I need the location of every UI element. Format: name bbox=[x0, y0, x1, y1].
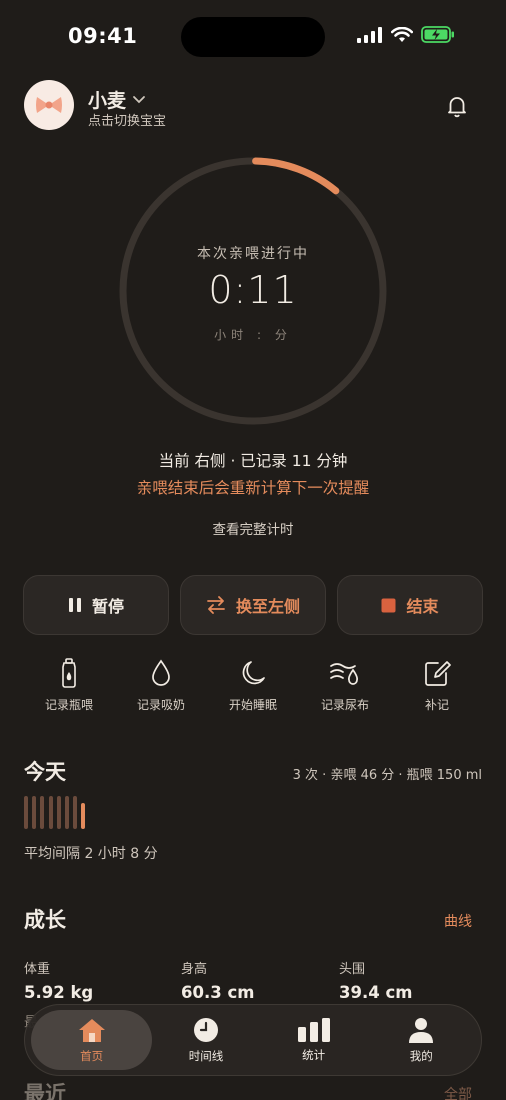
tab-bar: 首页 时间线 统计 我的 bbox=[24, 1004, 482, 1076]
moon-icon bbox=[242, 661, 265, 685]
recent-all-link[interactable]: 全部 bbox=[444, 1084, 472, 1100]
feeding-bar bbox=[24, 796, 28, 829]
battery-charging-icon bbox=[421, 26, 454, 43]
end-button[interactable]: 结束 bbox=[337, 575, 483, 635]
feeding-bar bbox=[64, 796, 69, 829]
clock-icon bbox=[194, 1017, 219, 1042]
swap-arrows-icon bbox=[207, 596, 225, 614]
person-icon bbox=[409, 1017, 434, 1043]
feeding-bar bbox=[48, 796, 53, 829]
pause-icon bbox=[68, 598, 81, 612]
growth-value: 5.92 kg bbox=[24, 983, 94, 1002]
growth-head: 头围 39.4 cm bbox=[339, 958, 412, 1002]
cellular-signal-icon bbox=[357, 26, 382, 43]
diaper-icon bbox=[330, 663, 359, 685]
progress-arc bbox=[252, 157, 340, 195]
quick-action-sleep[interactable]: 开始睡眠 bbox=[207, 658, 299, 713]
bow-icon bbox=[36, 97, 62, 113]
today-summary: 3 次 · 亲喂 46 分 · 瓶喂 150 ml bbox=[292, 768, 482, 783]
quick-action-backfill[interactable]: 补记 bbox=[391, 658, 483, 713]
notification-bell-icon[interactable] bbox=[444, 93, 470, 119]
today-section-title: 今天 bbox=[24, 760, 66, 784]
pause-button[interactable]: 暂停 bbox=[23, 575, 169, 635]
pause-label: 暂停 bbox=[91, 597, 124, 616]
feeding-bar bbox=[40, 796, 45, 829]
end-label: 结束 bbox=[406, 597, 439, 616]
edit-icon bbox=[425, 661, 451, 686]
current-side-status: 当前 右侧 · 已记录 11 分钟 bbox=[158, 452, 348, 470]
home-icon bbox=[78, 1018, 105, 1042]
tab-label: 我的 bbox=[409, 1048, 433, 1063]
recent-section-title: 最近 bbox=[24, 1082, 66, 1100]
average-interval: 平均间隔 2 小时 8 分 bbox=[24, 846, 158, 862]
switch-side-button[interactable]: 换至左侧 bbox=[180, 575, 326, 635]
switch-baby-hint[interactable]: 点击切换宝宝 bbox=[88, 110, 166, 129]
timer-title: 本次亲喂进行中 bbox=[197, 246, 309, 262]
switch-side-label: 换至左侧 bbox=[235, 597, 300, 616]
drop-icon bbox=[152, 659, 170, 686]
feeding-bar bbox=[32, 796, 37, 829]
growth-weight: 体重 5.92 kg bbox=[24, 958, 93, 1002]
tab-home[interactable]: 首页 bbox=[31, 1010, 153, 1070]
growth-value: 60.3 cm bbox=[181, 983, 255, 1002]
time-unit-label: 小时 : 分 bbox=[214, 328, 292, 342]
growth-label: 体重 bbox=[24, 962, 51, 977]
bar-chart-icon bbox=[297, 1017, 330, 1042]
quick-action-diaper[interactable]: 记录尿布 bbox=[299, 658, 391, 713]
tab-timeline[interactable]: 时间线 bbox=[152, 1010, 260, 1070]
growth-height: 身高 60.3 cm bbox=[181, 958, 254, 1002]
chevron-down-icon bbox=[133, 95, 145, 103]
quick-action-bottle[interactable]: 记录瓶喂 bbox=[23, 658, 115, 713]
reminder-note: 亲喂结束后会重新计算下一次提醒 bbox=[136, 479, 370, 497]
tab-label: 首页 bbox=[80, 1048, 104, 1063]
elapsed-time: 0:11 bbox=[208, 268, 298, 312]
feeding-bar-current bbox=[81, 803, 86, 829]
quick-action-pump[interactable]: 记录吸奶 bbox=[115, 658, 207, 713]
baby-name: 小麦 bbox=[88, 90, 127, 112]
growth-curve-link[interactable]: 曲线 bbox=[444, 911, 472, 931]
feeding-bar bbox=[56, 796, 61, 829]
feeding-bar bbox=[73, 796, 78, 829]
status-icons bbox=[357, 26, 455, 43]
tab-statistics[interactable]: 统计 bbox=[260, 1010, 368, 1070]
baby-switcher[interactable]: 小麦 bbox=[88, 86, 146, 113]
quick-action-label: 记录瓶喂 bbox=[44, 698, 93, 712]
quick-action-label: 开始睡眠 bbox=[228, 698, 277, 712]
tab-label: 时间线 bbox=[188, 1048, 224, 1063]
growth-label: 身高 bbox=[181, 962, 208, 977]
growth-section-title: 成长 bbox=[24, 908, 66, 932]
quick-action-label: 记录尿布 bbox=[320, 698, 369, 712]
view-full-timer-link[interactable]: 查看完整计时 bbox=[0, 518, 506, 538]
quick-action-label: 补记 bbox=[424, 698, 449, 712]
stop-icon bbox=[381, 598, 396, 612]
tab-label: 统计 bbox=[302, 1047, 326, 1062]
wifi-icon bbox=[391, 26, 413, 42]
baby-avatar[interactable] bbox=[24, 80, 74, 130]
dynamic-island bbox=[181, 17, 325, 57]
tab-profile[interactable]: 我的 bbox=[367, 1010, 475, 1070]
bottle-icon bbox=[62, 658, 76, 688]
quick-action-label: 记录吸奶 bbox=[136, 698, 185, 712]
today-feeding-bars bbox=[24, 796, 86, 829]
growth-value: 39.4 cm bbox=[339, 983, 413, 1002]
status-time: 09:41 bbox=[68, 24, 138, 48]
growth-label: 头围 bbox=[339, 962, 366, 977]
